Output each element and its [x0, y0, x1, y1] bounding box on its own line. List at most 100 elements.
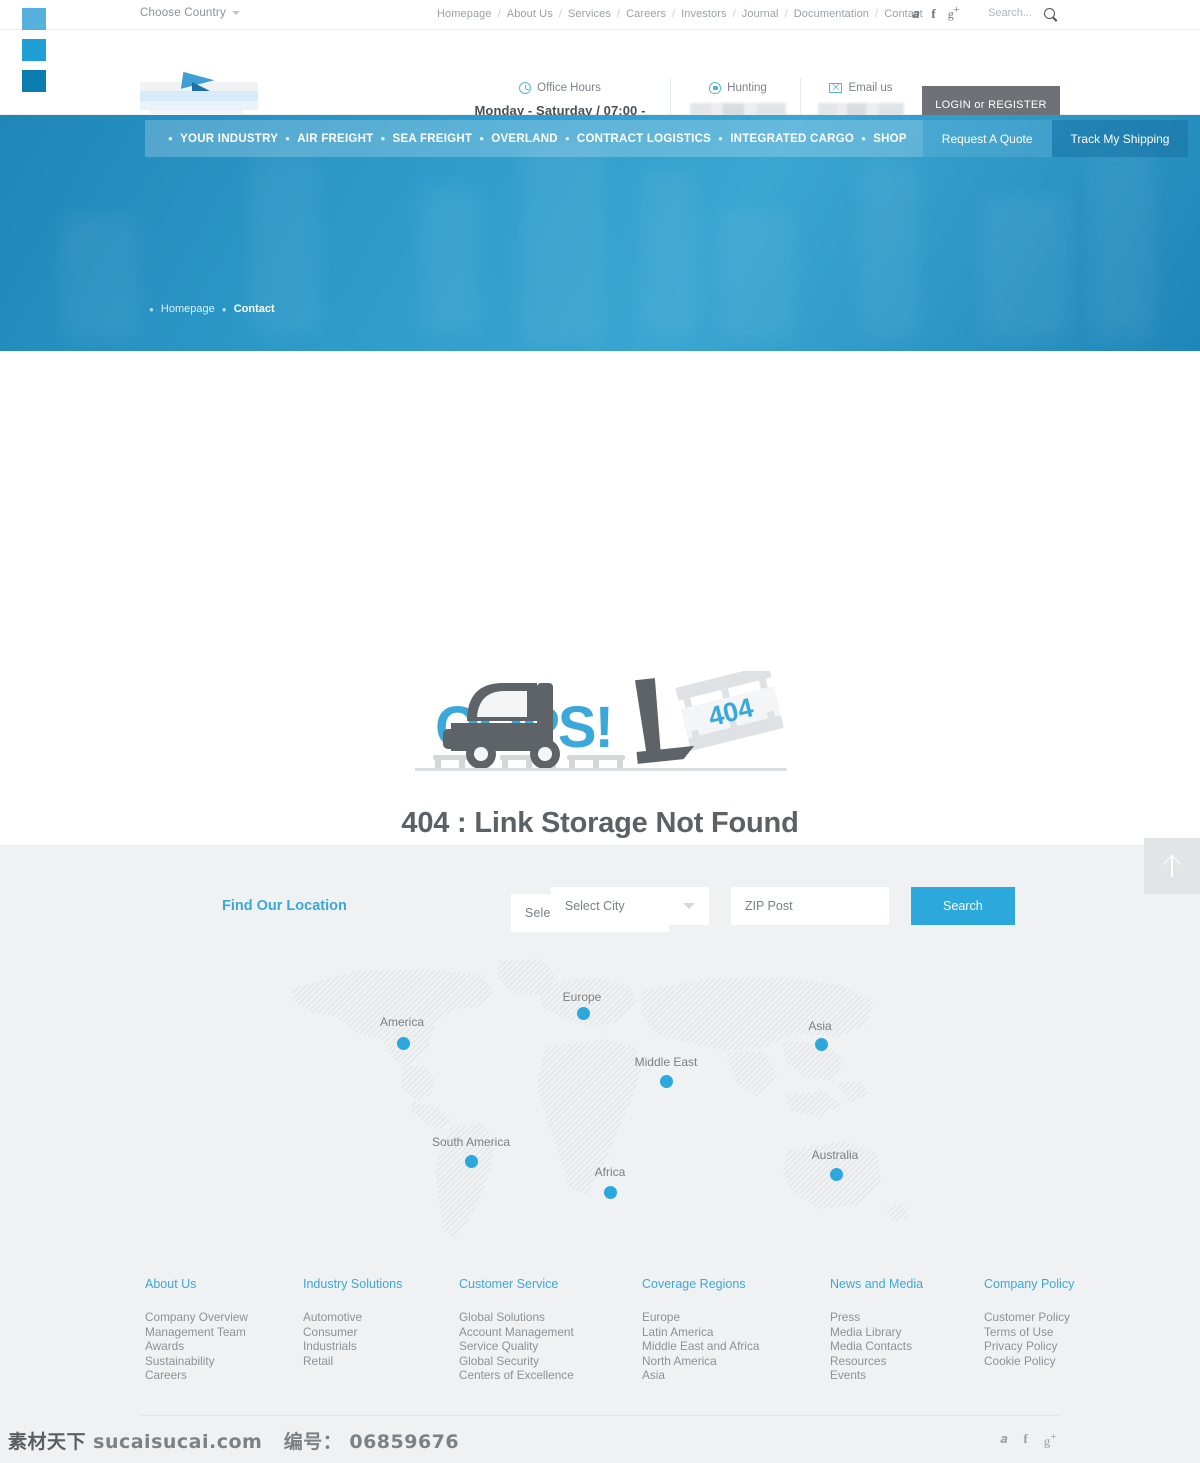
- main-nav-item-integrated-cargo[interactable]: INTEGRATED CARGO: [730, 133, 854, 145]
- top-nav-item-homepage[interactable]: Homepage: [437, 8, 492, 20]
- twitter-icon[interactable]: 𝒂: [912, 7, 919, 20]
- top-nav-item-investors[interactable]: Investors: [681, 8, 727, 20]
- footer-link[interactable]: Privacy Policy: [984, 1339, 1074, 1354]
- footer-heading[interactable]: About Us: [145, 1277, 248, 1291]
- top-nav: Homepage / About Us / Services / Careers…: [437, 8, 923, 20]
- footer-heading[interactable]: Industry Solutions: [303, 1277, 402, 1291]
- footer-link[interactable]: Global Solutions: [459, 1310, 574, 1325]
- breadcrumb-bullet-icon: ●: [149, 305, 154, 314]
- main-nav-item-shop[interactable]: SHOP: [873, 133, 907, 145]
- footer-link[interactable]: Global Security: [459, 1354, 574, 1369]
- top-nav-item-services[interactable]: Services: [568, 8, 611, 20]
- footer-link[interactable]: Cookie Policy: [984, 1354, 1074, 1369]
- track-my-shipping-button[interactable]: Track My Shipping: [1051, 120, 1189, 157]
- find-location-form: Find Our Location Select Country Select …: [222, 887, 1015, 932]
- google-plus-icon[interactable]: g+: [948, 6, 960, 21]
- main-nav-item-air-freight[interactable]: AIR FREIGHT: [297, 133, 373, 145]
- footer-link[interactable]: Centers of Excellence: [459, 1368, 574, 1383]
- country-selector[interactable]: Choose Country: [140, 7, 240, 19]
- footer-link[interactable]: Sustainability: [145, 1354, 248, 1369]
- footer-link[interactable]: Retail: [303, 1354, 402, 1369]
- map-pin-africa[interactable]: [604, 1186, 617, 1199]
- footer-heading[interactable]: News and Media: [830, 1277, 923, 1291]
- footer-link[interactable]: Management Team: [145, 1325, 248, 1340]
- map-pin-middle-east[interactable]: [660, 1075, 673, 1088]
- footer-heading[interactable]: Company Policy: [984, 1277, 1074, 1291]
- footer-heading[interactable]: Customer Service: [459, 1277, 574, 1291]
- nav-separator: /: [732, 8, 736, 20]
- map-label-asia: Asia: [808, 1019, 832, 1033]
- footer-link[interactable]: Company Overview: [145, 1310, 248, 1325]
- footer-link[interactable]: Consumer: [303, 1325, 402, 1340]
- footer-column-coverage-regions: Coverage Regions Europe Latin America Mi…: [642, 1277, 759, 1383]
- footer-heading[interactable]: Coverage Regions: [642, 1277, 759, 1291]
- footer-link[interactable]: Customer Policy: [984, 1310, 1074, 1325]
- top-utility-bar: Choose Country Homepage / About Us / Ser…: [0, 0, 1200, 30]
- bullet-icon: ●: [168, 134, 174, 143]
- nav-separator: /: [784, 8, 788, 20]
- chevron-down-icon: [231, 11, 240, 15]
- footer-link[interactable]: Automotive: [303, 1310, 402, 1325]
- page-root: Choose Country Homepage / About Us / Ser…: [0, 0, 1200, 1463]
- find-location-label: Find Our Location: [222, 898, 347, 914]
- footer-link[interactable]: Account Management: [459, 1325, 574, 1340]
- site-logo[interactable]: [140, 71, 258, 118]
- search-input[interactable]: Search...: [988, 7, 1032, 19]
- footer-column-about-us: About Us Company Overview Management Tea…: [145, 1277, 248, 1383]
- bullet-icon: ●: [479, 134, 485, 143]
- top-nav-item-documentation[interactable]: Documentation: [794, 8, 869, 20]
- top-nav-item-journal[interactable]: Journal: [742, 8, 779, 20]
- breadcrumb-item-homepage[interactable]: Homepage: [161, 303, 215, 315]
- footer-link[interactable]: Asia: [642, 1368, 759, 1383]
- brand-chip-dark: [22, 70, 46, 92]
- top-search[interactable]: Search...: [988, 7, 1056, 19]
- facebook-icon[interactable]: f: [1023, 1431, 1027, 1449]
- forklift-404-illustration: OOPS!: [415, 671, 787, 771]
- top-nav-item-careers[interactable]: Careers: [626, 8, 666, 20]
- footer-link[interactable]: Media Library: [830, 1325, 923, 1340]
- footer-link[interactable]: Awards: [145, 1339, 248, 1354]
- footer-link[interactable]: Latin America: [642, 1325, 759, 1340]
- top-nav-item-about-us[interactable]: About Us: [507, 8, 553, 20]
- twitter-icon[interactable]: 𝒂: [1000, 1431, 1007, 1449]
- footer-link[interactable]: Media Contacts: [830, 1339, 923, 1354]
- map-pin-australia[interactable]: [830, 1168, 843, 1181]
- watermark-brand-cn: 素材天下: [8, 1431, 87, 1453]
- footer-column-news-and-media: News and Media Press Media Library Media…: [830, 1277, 923, 1383]
- footer-link[interactable]: North America: [642, 1354, 759, 1369]
- chevron-down-icon: [682, 903, 695, 909]
- search-icon[interactable]: [1044, 7, 1056, 19]
- main-nav-item-contract-logistics[interactable]: CONTRACT LOGISTICS: [577, 133, 711, 145]
- office-hours-label-row: Office Hours: [471, 82, 649, 94]
- facebook-icon[interactable]: f: [931, 7, 935, 20]
- nav-separator: /: [558, 8, 562, 20]
- zip-post-input[interactable]: ZIP Post: [730, 887, 889, 925]
- map-pin-south-america[interactable]: [465, 1155, 478, 1168]
- location-search-button[interactable]: Search: [910, 887, 1015, 925]
- footer-link[interactable]: Service Quality: [459, 1339, 574, 1354]
- footer-link[interactable]: Careers: [145, 1368, 248, 1383]
- select-city-dropdown[interactable]: Select City: [550, 887, 709, 925]
- map-pin-america[interactable]: [397, 1037, 410, 1050]
- main-nav-item-sea-freight[interactable]: SEA FREIGHT: [393, 133, 473, 145]
- scroll-to-top-button[interactable]: [1144, 838, 1200, 894]
- map-pin-asia[interactable]: [815, 1038, 828, 1051]
- footer-column-customer-service: Customer Service Global Solutions Accoun…: [459, 1277, 574, 1383]
- footer-link[interactable]: Events: [830, 1368, 923, 1383]
- map-label-south-america: South America: [431, 1135, 511, 1149]
- main-nav-item-your-industry[interactable]: YOUR INDUSTRY: [180, 133, 278, 145]
- hunting-block: Hunting: [690, 82, 786, 118]
- footer-link[interactable]: Resources: [830, 1354, 923, 1369]
- map-pin-europe[interactable]: [577, 1007, 590, 1020]
- footer-column-industry-solutions: Industry Solutions Automotive Consumer I…: [303, 1277, 402, 1368]
- footer-link[interactable]: Terms of Use: [984, 1325, 1074, 1340]
- footer-link[interactable]: Industrials: [303, 1339, 402, 1354]
- request-a-quote-button[interactable]: Request A Quote: [922, 120, 1052, 157]
- google-plus-icon[interactable]: g+: [1044, 1431, 1057, 1449]
- footer-link[interactable]: Press: [830, 1310, 923, 1325]
- footer-link[interactable]: Middle East and Africa: [642, 1339, 759, 1354]
- main-nav-item-overland[interactable]: OVERLAND: [491, 133, 558, 145]
- site-header: Office Hours Monday - Saturday / 07:00 -…: [0, 30, 1200, 133]
- top-social-links: 𝒂 f g+: [912, 6, 960, 21]
- footer-link[interactable]: Europe: [642, 1310, 759, 1325]
